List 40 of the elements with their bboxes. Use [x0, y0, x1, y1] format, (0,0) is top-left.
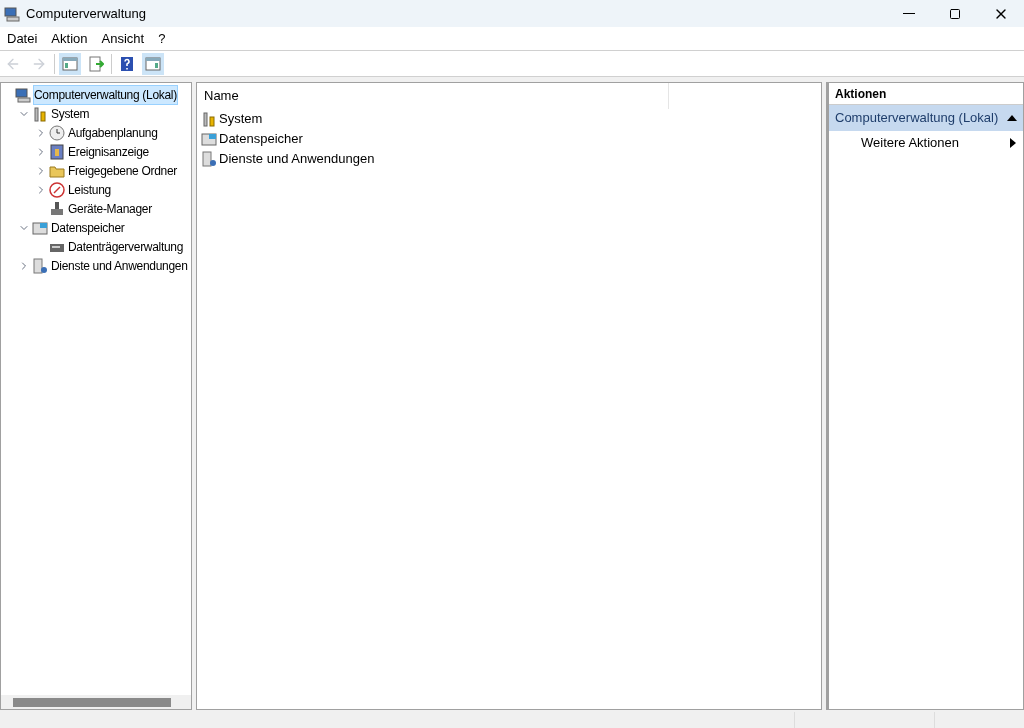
- tools-icon: [32, 105, 48, 122]
- tree-item[interactable]: System: [50, 103, 91, 124]
- menu-item[interactable]: Aktion: [44, 27, 95, 50]
- storage-icon: [201, 131, 217, 147]
- tree-item[interactable]: Aufgabenplanung: [67, 122, 159, 143]
- services-icon: [201, 151, 217, 167]
- app-icon: [4, 5, 20, 22]
- log-icon: [49, 143, 65, 160]
- menu-item[interactable]: ?: [151, 27, 173, 50]
- export-list-icon: [88, 55, 104, 72]
- tree-item[interactable]: Ereignisanzeige: [67, 141, 150, 162]
- services-icon: [32, 257, 48, 274]
- maximize-icon: [949, 7, 961, 20]
- collapse-triangle-icon[interactable]: [1007, 114, 1017, 122]
- tree-item[interactable]: Datenträgerverwaltung: [67, 236, 185, 257]
- actions-section-header[interactable]: Computerverwaltung (Lokal): [829, 105, 1023, 131]
- minimize-icon: [903, 13, 915, 14]
- list-item[interactable]: Dienste und Anwendungen: [219, 149, 375, 169]
- scrollbar-thumb[interactable]: [13, 697, 171, 707]
- column-header[interactable]: Name: [197, 83, 669, 109]
- list-item[interactable]: Datenspeicher: [219, 129, 303, 149]
- window-title: Computerverwaltung: [26, 4, 146, 23]
- panel-icon: [145, 55, 161, 72]
- tools-icon: [201, 111, 217, 127]
- device-icon: [49, 200, 65, 217]
- menu-item[interactable]: Datei: [0, 27, 45, 50]
- help-icon: [119, 55, 135, 72]
- tree-item[interactable]: Geräte-Manager: [67, 198, 153, 219]
- tree-item[interactable]: Dienste und Anwendungen: [50, 255, 189, 276]
- storage-icon: [32, 219, 48, 236]
- clock-icon: [49, 124, 65, 141]
- computer-icon: [15, 86, 31, 103]
- action-item[interactable]: Weitere Aktionen: [829, 131, 1023, 155]
- tree-item[interactable]: Freigegebene Ordner: [67, 160, 179, 181]
- tree-item[interactable]: Computerverwaltung (Lokal): [33, 84, 178, 105]
- panel-icon: [62, 55, 78, 72]
- tree-item[interactable]: Datenspeicher: [50, 217, 126, 238]
- tree-item[interactable]: Leistung: [67, 179, 112, 200]
- menu-item[interactable]: Ansicht: [94, 27, 152, 50]
- list-item[interactable]: System: [219, 109, 263, 129]
